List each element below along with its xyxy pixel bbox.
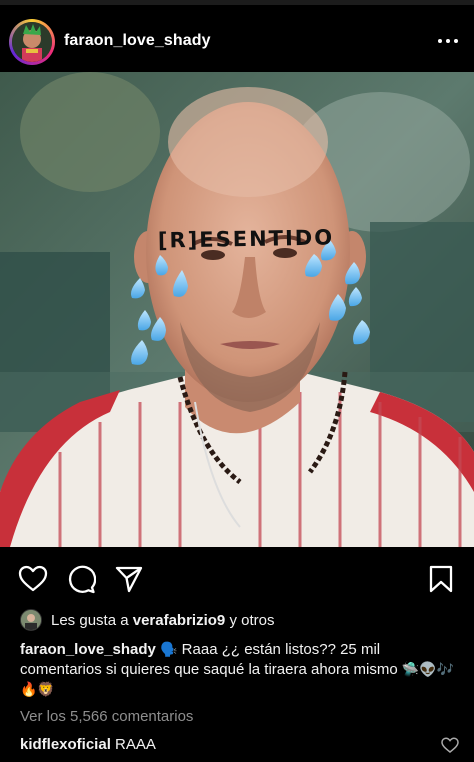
more-horizontal-icon[interactable] bbox=[436, 31, 460, 51]
likes-summary[interactable]: Les gusta a verafabrizio9 y otros bbox=[20, 609, 274, 631]
comment-icon[interactable] bbox=[66, 564, 97, 594]
liker-username[interactable]: verafabrizio9 bbox=[133, 612, 226, 629]
post-image[interactable]: [R]ESENTIDO bbox=[0, 72, 474, 547]
action-bar bbox=[0, 556, 474, 600]
comment-like-heart-icon[interactable] bbox=[441, 737, 459, 753]
heart-icon[interactable] bbox=[18, 564, 48, 594]
post-caption: faraon_love_shady 🗣️ Raaa ¿¿ están listo… bbox=[20, 640, 460, 700]
likes-prefix: Les gusta a bbox=[51, 611, 133, 629]
speaking-head-emoji: 🗣️ bbox=[160, 642, 178, 658]
liker-avatar bbox=[20, 609, 42, 631]
send-icon[interactable] bbox=[114, 564, 144, 594]
avatar[interactable] bbox=[9, 19, 55, 65]
comment-preview: kidflexoficial RAAA bbox=[20, 736, 156, 753]
post-header: faraon_love_shady bbox=[0, 5, 474, 71]
overlay-text: [R]ESENTIDO bbox=[157, 225, 335, 253]
caption-username[interactable]: faraon_love_shady bbox=[20, 641, 156, 658]
comment-username[interactable]: kidflexoficial bbox=[20, 736, 111, 753]
likes-suffix: y otros bbox=[225, 611, 275, 629]
view-all-comments-link[interactable]: Ver los 5,566 comentarios bbox=[20, 708, 193, 725]
comment-text: RAAA bbox=[110, 736, 156, 753]
bookmark-icon[interactable] bbox=[426, 564, 456, 594]
post-username[interactable]: faraon_love_shady bbox=[64, 32, 211, 50]
